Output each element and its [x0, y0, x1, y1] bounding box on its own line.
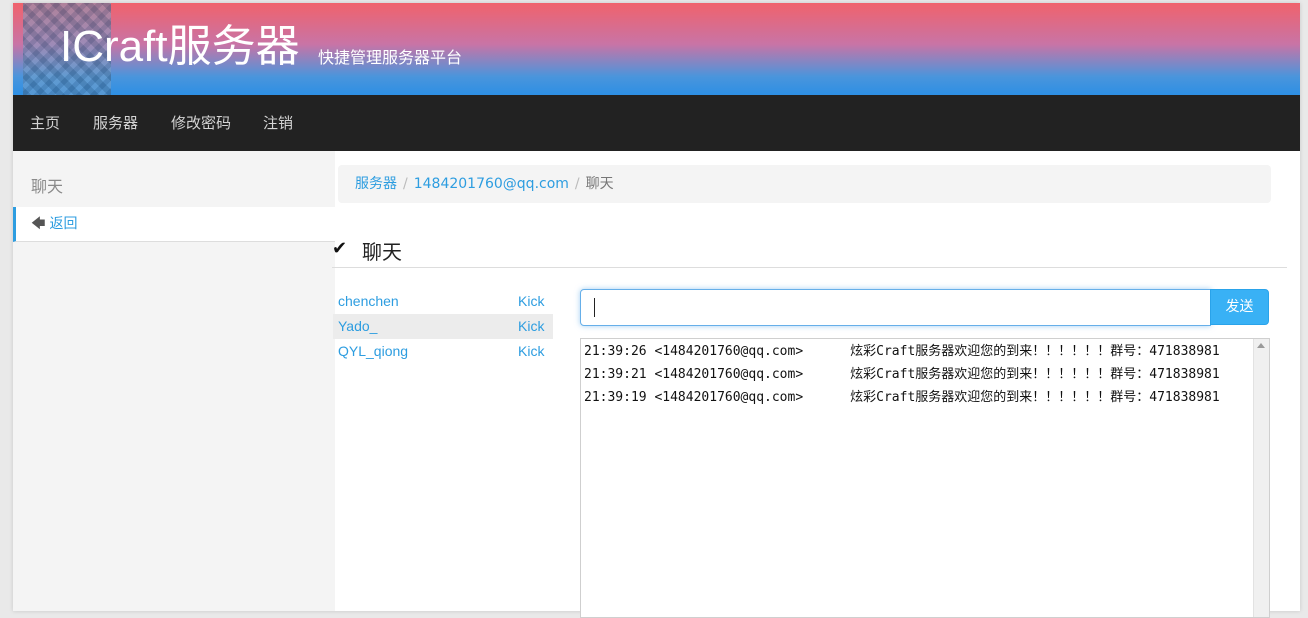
chat-message: 21:39:19 <1484201760@qq.com> 炫彩Craft服务器欢…: [581, 385, 1269, 408]
kick-button[interactable]: Kick: [518, 289, 544, 314]
player-row: QYL_qiong Kick: [333, 339, 553, 364]
message-time: 21:39:26: [584, 344, 647, 359]
site-brand[interactable]: ICraft服务器: [60, 21, 300, 73]
player-list: chenchen Kick Yado_ Kick QYL_qiong Kick: [333, 289, 553, 364]
message-time: 21:39:21: [584, 367, 647, 382]
send-button[interactable]: 发送: [1210, 289, 1269, 325]
checkmark-icon: ✔: [332, 238, 348, 259]
player-row: Yado_ Kick: [333, 314, 553, 339]
player-row: chenchen Kick: [333, 289, 553, 314]
breadcrumb-current: 聊天: [585, 176, 614, 192]
top-navbar: 主页 服务器 修改密码 注销: [13, 95, 1300, 151]
message-text: 炫彩Craft服务器欢迎您的到来！！！！！！群号：471838981: [850, 390, 1220, 405]
message-text: 炫彩Craft服务器欢迎您的到来！！！！！！群号：471838981: [850, 367, 1220, 382]
site-tagline: 快捷管理服务器平台: [318, 48, 463, 67]
header-banner: ICraft服务器 快捷管理服务器平台: [13, 3, 1300, 95]
nav-change-password[interactable]: 修改密码: [171, 95, 231, 151]
player-name[interactable]: Yado_: [338, 314, 377, 339]
breadcrumb-separator: /: [403, 176, 408, 192]
sidebar-title: 聊天: [31, 177, 64, 196]
kick-button[interactable]: Kick: [518, 314, 544, 339]
message-text: 炫彩Craft服务器欢迎您的到来！！！！！！群号：471838981: [850, 344, 1220, 359]
chat-log[interactable]: 21:39:26 <1484201760@qq.com> 炫彩Craft服务器欢…: [580, 338, 1270, 618]
breadcrumb: 服务器 / 1484201760@qq.com / 聊天: [338, 165, 1271, 203]
message-sender: <1484201760@qq.com>: [654, 344, 804, 359]
breadcrumb-separator: /: [574, 176, 580, 192]
arrow-left-icon: 🡄: [31, 216, 46, 232]
page-title: 聊天: [362, 240, 402, 264]
scroll-up-arrow-icon[interactable]: [1257, 343, 1265, 348]
message-sender: <1484201760@qq.com>: [654, 390, 804, 405]
nav-logout[interactable]: 注销: [263, 95, 293, 151]
breadcrumb-servers[interactable]: 服务器: [355, 176, 397, 192]
player-name[interactable]: QYL_qiong: [338, 339, 408, 364]
nav-servers[interactable]: 服务器: [93, 95, 138, 151]
chat-message: 21:39:21 <1484201760@qq.com> 炫彩Craft服务器欢…: [581, 362, 1269, 385]
text-caret: [594, 298, 595, 317]
message-time: 21:39:19: [584, 390, 647, 405]
sidebar-back-label: 返回: [49, 216, 78, 232]
sidebar: 聊天 🡄 返回: [13, 151, 335, 611]
player-name[interactable]: chenchen: [338, 289, 399, 314]
chat-message: 21:39:26 <1484201760@qq.com> 炫彩Craft服务器欢…: [581, 339, 1269, 362]
kick-button[interactable]: Kick: [518, 339, 544, 364]
section-header: ✔ 聊天: [332, 228, 1287, 268]
chat-message-input[interactable]: [580, 289, 1211, 326]
message-sender: <1484201760@qq.com>: [654, 367, 804, 382]
chat-log-scrollbar[interactable]: [1253, 339, 1269, 617]
breadcrumb-server[interactable]: 1484201760@qq.com: [414, 176, 569, 192]
nav-home[interactable]: 主页: [30, 95, 60, 151]
sidebar-back-link[interactable]: 🡄 返回: [13, 207, 335, 242]
